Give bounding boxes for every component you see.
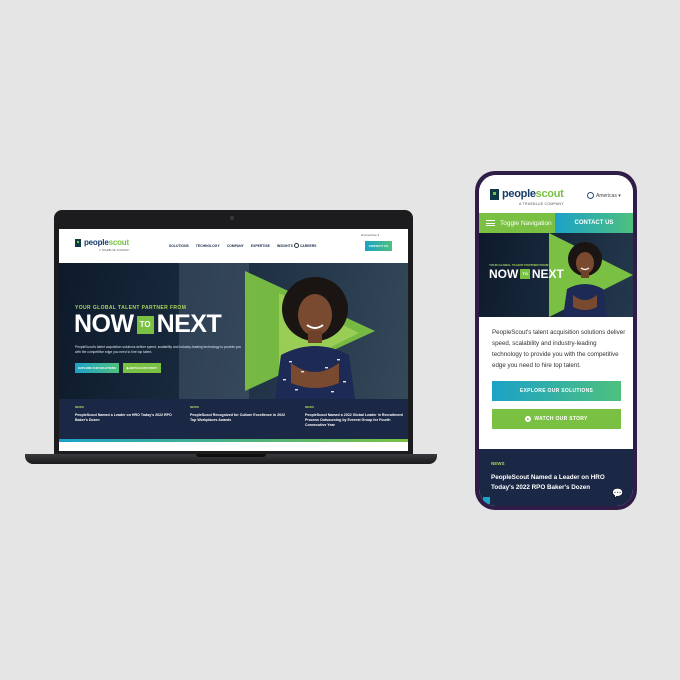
watch-story-button[interactable]: ▶ WATCH OUR STORY bbox=[123, 363, 161, 373]
desktop-page-bottom bbox=[59, 442, 408, 451]
nav-expertise[interactable]: EXPERTISE bbox=[251, 244, 270, 248]
camera-dot bbox=[230, 216, 234, 220]
desktop-contact-button[interactable]: CONTACT US bbox=[365, 241, 392, 251]
news-title: PeopleScout Recognized for Culture Excel… bbox=[190, 413, 286, 422]
search-icon[interactable] bbox=[294, 243, 299, 248]
hero-description: PeopleScout's talent acquisition solutio… bbox=[75, 345, 242, 354]
nav-solutions[interactable]: SOLUTIONS bbox=[169, 244, 189, 248]
hamburger-icon bbox=[486, 220, 495, 226]
laptop-device: peoplescout A TRUEBLUE COMPANY SOLUTIONS… bbox=[54, 210, 413, 454]
desktop-logo[interactable]: peoplescout bbox=[75, 238, 129, 247]
mobile-header: peoplescout A TRUEBLUE COMPANY Americas … bbox=[479, 175, 633, 213]
desktop-hero: YOUR GLOBAL TALENT PARTNER FROM NOW TO N… bbox=[59, 263, 408, 399]
chat-icon[interactable]: 💬 bbox=[612, 487, 624, 499]
explore-solutions-button[interactable]: EXPLORE OUR SOLUTIONS bbox=[75, 363, 119, 373]
news-label: NEWS bbox=[75, 405, 84, 409]
desktop-website: peoplescout A TRUEBLUE COMPANY SOLUTIONS… bbox=[59, 229, 408, 451]
news-label: NEWS bbox=[190, 405, 199, 409]
desktop-news-strip: NEWS PeopleScout Named a Leader on HRO T… bbox=[59, 399, 408, 439]
nav-insights[interactable]: INSIGHTS bbox=[277, 244, 293, 248]
language-label: Americas ▾ bbox=[596, 192, 621, 199]
headline-to: TO bbox=[520, 269, 530, 279]
news-title[interactable]: PeopleScout Named a Leader on HRO Today'… bbox=[491, 473, 616, 493]
desktop-header: peoplescout A TRUEBLUE COMPANY SOLUTIONS… bbox=[59, 229, 408, 263]
headline-to: TO bbox=[136, 315, 154, 334]
mobile-news: NEWS PeopleScout Named a Leader on HRO T… bbox=[479, 449, 633, 506]
play-icon bbox=[525, 416, 532, 422]
desktop-language-select[interactable]: ⊕ Americas ▾ bbox=[361, 233, 379, 237]
toggle-navigation-button[interactable]: Toggle Navigation bbox=[479, 213, 555, 233]
headline-now: NOW bbox=[74, 310, 134, 338]
logo-subtitle: A TRUEBLUE COMPANY bbox=[519, 202, 564, 206]
corner-badge-icon bbox=[483, 497, 490, 504]
news-label: NEWS bbox=[305, 405, 314, 409]
logo-text-scout: scout bbox=[535, 188, 564, 200]
mobile-contact-button[interactable]: CONTACT US bbox=[555, 213, 633, 233]
mobile-description: PeopleScout's talent acquisition solutio… bbox=[492, 329, 626, 369]
headline-next: NEXT bbox=[156, 310, 222, 338]
nav-technology[interactable]: TECHNOLOGY bbox=[196, 244, 220, 248]
mobile-navbar: Toggle Navigation CONTACT US bbox=[479, 213, 633, 233]
news-item[interactable]: NEWS PeopleScout Named a 2022 Global Lea… bbox=[305, 405, 405, 428]
globe-icon bbox=[587, 192, 594, 199]
watch-story-button[interactable]: WATCH OUR STORY bbox=[492, 409, 621, 429]
logo-mark-icon bbox=[75, 238, 81, 247]
phone-device: peoplescout A TRUEBLUE COMPANY Americas … bbox=[475, 171, 637, 510]
hero-person-image bbox=[275, 277, 355, 399]
logo-subtitle: A TRUEBLUE COMPANY bbox=[99, 249, 131, 252]
headline-next: NEXT bbox=[531, 267, 564, 281]
nav-company[interactable]: COMPANY bbox=[227, 244, 244, 248]
logo-text-scout: scout bbox=[108, 238, 130, 247]
logo-mark-icon bbox=[490, 188, 499, 200]
mobile-hero: YOUR GLOBAL TALENT PARTNER FROM NOW TO N… bbox=[479, 233, 633, 317]
news-title: PeopleScout Named a Leader on HRO Today'… bbox=[75, 413, 172, 422]
explore-solutions-button[interactable]: EXPLORE OUR SOLUTIONS bbox=[492, 381, 621, 401]
watch-story-label: WATCH OUR STORY bbox=[534, 416, 588, 422]
news-title: PeopleScout Named a 2022 Global Leader i… bbox=[305, 413, 403, 427]
mobile-logo[interactable]: peoplescout bbox=[490, 188, 564, 200]
mobile-website: peoplescout A TRUEBLUE COMPANY Americas … bbox=[479, 175, 633, 506]
headline-now: NOW bbox=[489, 267, 519, 281]
hero-headline: NOW TO NEXT bbox=[489, 268, 564, 280]
toggle-navigation-label: Toggle Navigation bbox=[500, 219, 552, 227]
hero-headline: NOW TO NEXT bbox=[74, 310, 222, 338]
logo-text-people: people bbox=[84, 238, 109, 247]
laptop-notch bbox=[196, 454, 266, 457]
news-label: NEWS bbox=[491, 461, 505, 466]
news-item[interactable]: NEWS PeopleScout Named a Leader on HRO T… bbox=[75, 405, 175, 423]
hero-person-image bbox=[563, 242, 607, 317]
logo-text-people: people bbox=[502, 188, 536, 200]
nav-careers[interactable]: CAREERS bbox=[300, 244, 317, 248]
mobile-language-select[interactable]: Americas ▾ bbox=[587, 192, 621, 199]
news-item[interactable]: NEWS PeopleScout Recognized for Culture … bbox=[190, 405, 290, 423]
